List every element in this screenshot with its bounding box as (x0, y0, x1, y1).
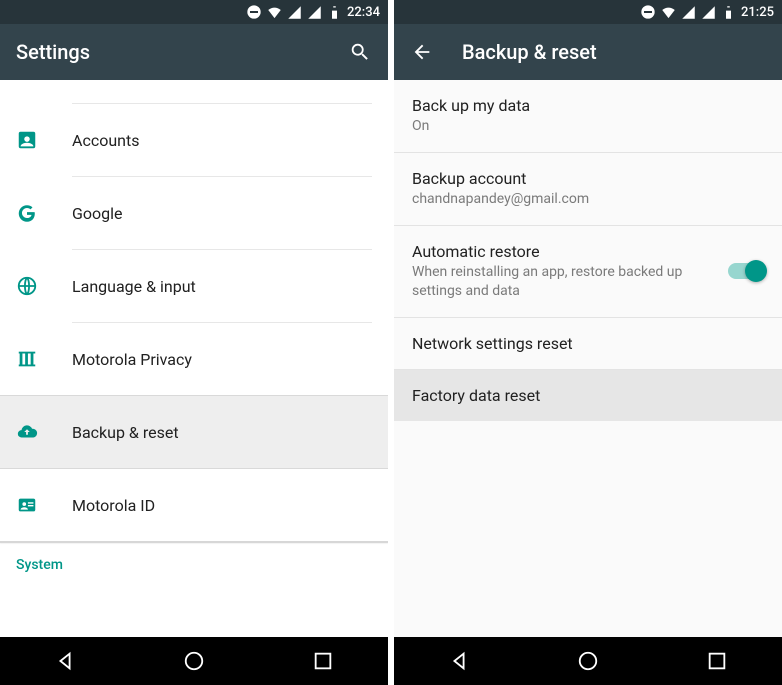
page-title: Settings (16, 40, 320, 64)
item-primary: Automatic restore (412, 242, 718, 261)
account-box-icon (16, 129, 72, 151)
section-header-system: System (0, 543, 388, 581)
square-recent-icon (312, 650, 334, 672)
app-bar: Backup & reset (394, 24, 782, 80)
status-bar: 22:34 (0, 0, 388, 24)
status-time: 22:34 (347, 5, 380, 20)
item-primary: Back up my data (412, 96, 754, 115)
navigation-bar (0, 637, 388, 685)
settings-item-motorola-privacy[interactable]: Motorola Privacy (0, 323, 388, 395)
do-not-disturb-icon (246, 4, 262, 20)
nav-recent-button[interactable] (687, 650, 747, 672)
nav-back-button[interactable] (429, 650, 489, 672)
settings-item-motorola-id[interactable]: Motorola ID (0, 469, 388, 541)
item-primary: Backup account (412, 169, 754, 188)
app-bar: Settings (0, 24, 388, 80)
wifi-icon (661, 5, 676, 20)
settings-list: Accounts Google Language & input Motorol… (0, 80, 388, 637)
item-automatic-restore[interactable]: Automatic restore When reinstalling an a… (394, 226, 782, 318)
status-bar: 21:25 (394, 0, 782, 24)
nav-home-button[interactable] (164, 650, 224, 672)
privacy-icon (16, 348, 72, 370)
item-primary: Network settings reset (412, 334, 754, 353)
circle-home-icon (577, 650, 599, 672)
back-button[interactable] (410, 40, 434, 64)
settings-item-google[interactable]: Google (0, 177, 388, 249)
arrow-back-icon (411, 41, 433, 63)
settings-item-label: Motorola Privacy (72, 350, 192, 369)
wifi-icon (267, 5, 282, 20)
circle-home-icon (183, 650, 205, 672)
item-backup-account[interactable]: Backup account chandnapandey@gmail.com (394, 153, 782, 226)
settings-screen: 22:34 Settings Accounts Google Language … (0, 0, 388, 685)
navigation-bar (394, 637, 782, 685)
cloud-upload-icon (16, 421, 72, 443)
backup-reset-list: Back up my data On Backup account chandn… (394, 80, 782, 637)
item-secondary: When reinstalling an app, restore backed… (412, 263, 718, 301)
settings-item-label: Backup & reset (72, 423, 179, 442)
page-title: Backup & reset (462, 40, 766, 64)
triangle-back-icon (54, 650, 76, 672)
globe-icon (16, 275, 72, 297)
settings-item-backup-reset[interactable]: Backup & reset (0, 396, 388, 468)
id-card-icon (16, 494, 72, 516)
nav-recent-button[interactable] (293, 650, 353, 672)
item-primary: Factory data reset (412, 386, 754, 405)
item-backup-my-data[interactable]: Back up my data On (394, 80, 782, 153)
item-factory-data-reset[interactable]: Factory data reset (394, 370, 782, 421)
partial-row-cutoff (72, 80, 372, 104)
settings-item-label: Motorola ID (72, 496, 155, 515)
settings-item-label: Language & input (72, 277, 196, 296)
triangle-back-icon (448, 650, 470, 672)
google-icon (16, 202, 72, 224)
square-recent-icon (706, 650, 728, 672)
do-not-disturb-icon (640, 4, 656, 20)
signal-icon-2 (307, 5, 322, 20)
search-button[interactable] (348, 40, 372, 64)
signal-icon-2 (701, 5, 716, 20)
signal-icon (287, 5, 302, 20)
automatic-restore-toggle[interactable] (728, 263, 764, 279)
settings-item-language[interactable]: Language & input (0, 250, 388, 322)
battery-icon (327, 5, 342, 20)
item-secondary: chandnapandey@gmail.com (412, 190, 754, 209)
settings-item-label: Accounts (72, 131, 139, 150)
settings-item-accounts[interactable]: Accounts (0, 104, 388, 176)
item-network-settings-reset[interactable]: Network settings reset (394, 318, 782, 370)
settings-item-label: Google (72, 204, 123, 223)
signal-icon (681, 5, 696, 20)
battery-icon (721, 5, 736, 20)
backup-reset-screen: 21:25 Backup & reset Back up my data On … (394, 0, 782, 685)
nav-home-button[interactable] (558, 650, 618, 672)
search-icon (349, 41, 371, 63)
nav-back-button[interactable] (35, 650, 95, 672)
status-time: 21:25 (741, 5, 774, 20)
item-secondary: On (412, 117, 754, 136)
